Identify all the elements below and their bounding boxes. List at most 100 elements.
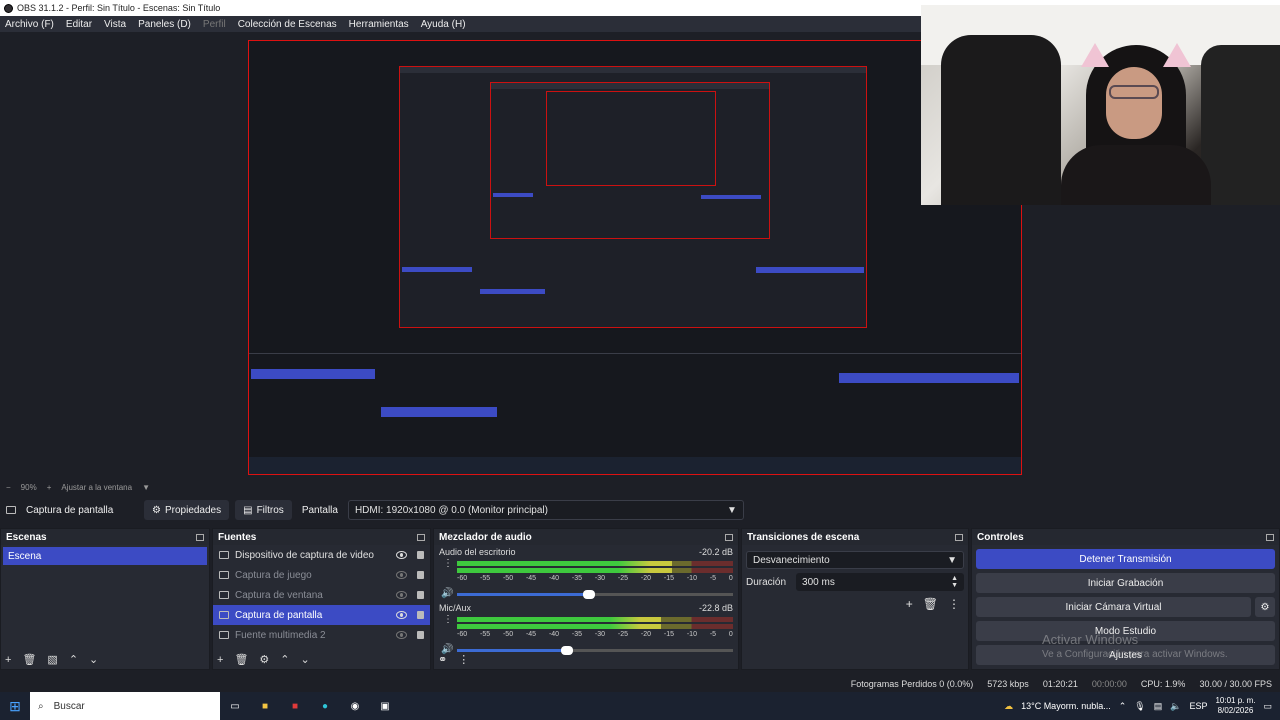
volume-slider[interactable] bbox=[457, 646, 733, 655]
lock-icon[interactable] bbox=[417, 611, 424, 619]
arrow-down-icon[interactable]: ⌄ bbox=[301, 653, 310, 666]
scene-item[interactable]: Escena bbox=[3, 547, 207, 565]
level-meter bbox=[457, 568, 733, 573]
notifications-icon[interactable]: ▭ bbox=[1263, 701, 1272, 712]
studio-mode-button[interactable]: Modo Estudio bbox=[976, 621, 1275, 641]
arrow-up-icon[interactable]: ⌃ bbox=[280, 653, 289, 666]
level-meter bbox=[457, 617, 733, 622]
visibility-eye-icon[interactable] bbox=[396, 551, 407, 559]
add-icon[interactable]: + bbox=[217, 654, 223, 666]
filters-button[interactable]: ▤ Filtros bbox=[235, 500, 292, 520]
sources-dock: Fuentes Dispositivo de captura de video C… bbox=[212, 528, 431, 670]
spinner-icon[interactable]: ▲ ▼ bbox=[951, 575, 958, 589]
lock-icon[interactable] bbox=[417, 631, 424, 639]
taskbar: ⊞ ⌕ Buscar ▭ ■ ■ ● ◉ ▣ ☁ 13°C Mayorm. nu… bbox=[0, 692, 1280, 720]
undock-icon[interactable] bbox=[725, 533, 733, 541]
duration-input[interactable]: 300 ms ▲ ▼ bbox=[796, 573, 964, 591]
source-name: Captura de pantalla bbox=[235, 609, 323, 621]
fit-window-dropdown[interactable]: Ajustar a la ventana bbox=[61, 483, 132, 492]
transitions-title: Transiciones de escena bbox=[747, 531, 860, 543]
settings-button[interactable]: Ajustes bbox=[976, 645, 1275, 665]
language-indicator[interactable]: ESP bbox=[1189, 701, 1207, 711]
start-recording-button[interactable]: Iniciar Grabación bbox=[976, 573, 1275, 593]
undock-icon[interactable] bbox=[955, 533, 963, 541]
cat-ear-left bbox=[1081, 43, 1109, 67]
menu-archivo[interactable]: Archivo (F) bbox=[5, 19, 54, 30]
scenes-title: Escenas bbox=[6, 531, 47, 543]
visibility-eye-icon[interactable] bbox=[396, 631, 407, 639]
network-icon: ▤ bbox=[1153, 700, 1163, 711]
speaker-icon[interactable]: 🔊 bbox=[441, 588, 453, 599]
window-title: OBS 31.1.2 - Perfil: Sin Título - Escena… bbox=[17, 3, 221, 13]
channel-menu-icon[interactable]: ⋮ bbox=[443, 559, 453, 569]
chair-shape bbox=[941, 35, 1061, 205]
more-options-icon[interactable]: ⋮ bbox=[948, 597, 960, 611]
source-row[interactable]: Fuente multimedia 2 bbox=[213, 625, 430, 645]
channel-menu-icon[interactable]: ⋮ bbox=[443, 615, 453, 625]
undock-icon[interactable] bbox=[196, 533, 204, 541]
transition-select[interactable]: Desvanecimiento ▼ bbox=[746, 551, 964, 569]
volume-slider[interactable] bbox=[457, 590, 733, 599]
visibility-eye-icon[interactable] bbox=[396, 591, 407, 599]
chevron-down-icon[interactable]: ▼ bbox=[142, 483, 150, 492]
weather[interactable]: 13°C Mayorm. nubla... bbox=[1021, 701, 1111, 711]
add-icon[interactable]: + bbox=[906, 597, 913, 611]
task-view-icon[interactable]: ▭ bbox=[220, 692, 250, 720]
app-red-icon[interactable]: ■ bbox=[280, 692, 310, 720]
menu-vista[interactable]: Vista bbox=[104, 19, 126, 30]
gear-icon: ⚙ bbox=[152, 504, 161, 516]
link-icon[interactable]: ⚭ bbox=[438, 653, 447, 666]
volume-knob[interactable] bbox=[561, 646, 574, 655]
menu-herramientas[interactable]: Herramientas bbox=[349, 19, 409, 30]
display-select[interactable]: HDMI: 1920x1080 @ 0.0 (Monitor principal… bbox=[347, 500, 744, 520]
arrow-up-icon[interactable]: ⌃ bbox=[69, 653, 78, 666]
edge-icon[interactable]: ● bbox=[310, 692, 340, 720]
visibility-eye-icon[interactable] bbox=[396, 611, 407, 619]
stop-streaming-button[interactable]: Detener Transmisión bbox=[976, 549, 1275, 569]
volume-knob[interactable] bbox=[583, 590, 596, 599]
mixer-dock: Mezclador de audio Audio del escritorio -… bbox=[433, 528, 739, 670]
source-type-icon bbox=[219, 591, 229, 599]
add-icon[interactable]: + bbox=[5, 654, 11, 666]
taskbar-search[interactable]: ⌕ Buscar bbox=[30, 692, 220, 720]
menu-paneles[interactable]: Paneles (D) bbox=[138, 19, 191, 30]
start-virtual-camera-button[interactable]: Iniciar Cámara Virtual bbox=[976, 597, 1251, 617]
lock-icon[interactable] bbox=[417, 591, 424, 599]
filter-icon[interactable]: ▧ bbox=[47, 653, 57, 666]
terminal-icon[interactable]: ▣ bbox=[370, 692, 400, 720]
undock-icon[interactable] bbox=[1266, 533, 1274, 541]
file-explorer-icon[interactable]: ■ bbox=[250, 692, 280, 720]
source-row[interactable]: Captura de juego bbox=[213, 565, 430, 585]
preview-canvas[interactable] bbox=[248, 40, 1022, 475]
volume-icon[interactable]: 🔈 bbox=[1170, 701, 1181, 712]
properties-button[interactable]: ⚙ Propiedades bbox=[144, 500, 230, 520]
clock[interactable]: 10:01 p. m. 8/02/2026 bbox=[1215, 696, 1255, 716]
trash-icon[interactable]: 🗑 bbox=[234, 653, 248, 666]
obs-taskbar-icon[interactable]: ◉ bbox=[340, 692, 370, 720]
rec-time: 00:00:00 bbox=[1091, 679, 1127, 689]
source-name: Captura de ventana bbox=[235, 589, 323, 601]
source-row[interactable]: Dispositivo de captura de video bbox=[213, 545, 430, 565]
source-row[interactable]: Captura de pantalla bbox=[213, 605, 430, 625]
source-row[interactable]: Captura de ventana bbox=[213, 585, 430, 605]
scenes-dock: Escenas Escena + 🗑 ▧ ⌃ ⌄ bbox=[0, 528, 210, 670]
chevron-up-icon[interactable]: ⌃ bbox=[1119, 701, 1127, 712]
undock-icon[interactable] bbox=[417, 533, 425, 541]
zoom-level[interactable]: 90% bbox=[21, 483, 37, 492]
lock-icon[interactable] bbox=[417, 571, 424, 579]
trash-icon[interactable]: 🗑 bbox=[923, 597, 938, 611]
menu-perfil[interactable]: Perfil bbox=[203, 19, 226, 30]
gear-icon[interactable]: ⚙ bbox=[1255, 597, 1275, 617]
menu-coleccion-escenas[interactable]: Colección de Escenas bbox=[238, 19, 337, 30]
menu-ayuda[interactable]: Ayuda (H) bbox=[421, 19, 466, 30]
visibility-eye-icon[interactable] bbox=[396, 571, 407, 579]
cpu-usage: CPU: 1.9% bbox=[1140, 679, 1186, 689]
menu-editar[interactable]: Editar bbox=[66, 19, 92, 30]
trash-icon[interactable]: 🗑 bbox=[22, 653, 36, 666]
arrow-down-icon[interactable]: ⌄ bbox=[89, 653, 98, 666]
more-options-icon[interactable]: ⋮ bbox=[458, 653, 469, 666]
windows-start-icon[interactable]: ⊞ bbox=[0, 692, 30, 720]
gear-icon[interactable]: ⚙ bbox=[259, 653, 269, 666]
search-icon: ⌕ bbox=[38, 700, 44, 712]
lock-icon[interactable] bbox=[417, 551, 424, 559]
